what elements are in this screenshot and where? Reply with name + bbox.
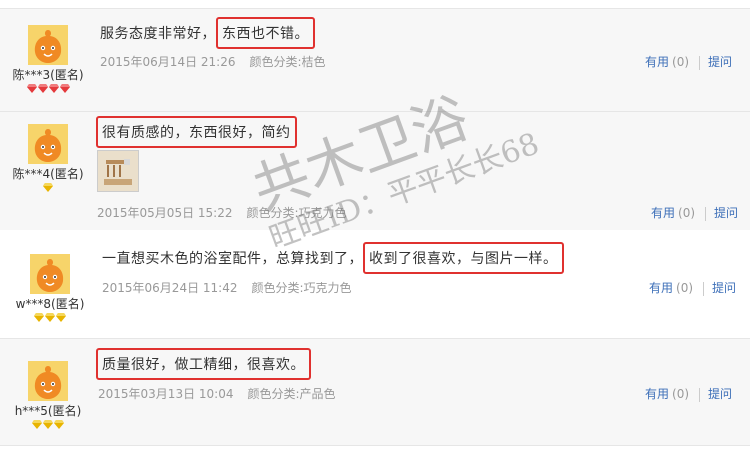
color-category: 颜色分类:桔色	[249, 55, 326, 69]
avatar-icon[interactable]	[28, 361, 68, 401]
divider	[705, 206, 707, 221]
review-photo-thumbnail[interactable]	[97, 150, 139, 192]
photo-image	[98, 151, 138, 191]
highlighted-text: 东西也不错。	[216, 17, 315, 49]
highlighted-text: 质量很好，做工精细，很喜欢。	[96, 348, 311, 380]
reviewer-name: 陈***4(匿名)	[12, 167, 84, 181]
reviewer-info: w***8(匿名)	[2, 254, 98, 323]
gold-diamond-icon	[45, 313, 55, 322]
reviewer-info: h***5(匿名)	[0, 361, 96, 430]
review-actions: 有用 (0) 提问	[645, 53, 732, 70]
reviewer-info: 陈***3(匿名)	[0, 25, 96, 94]
red-diamond-icon	[26, 84, 37, 93]
useful-label: 有用	[645, 387, 670, 401]
highlighted-text: 收到了很喜欢，与图片一样。	[363, 242, 564, 274]
review-actions: 有用 (0) 提问	[645, 385, 732, 402]
review-actions: 有用 (0) 提问	[649, 279, 736, 296]
gold-diamond-icon	[56, 313, 66, 322]
avatar-icon[interactable]	[30, 254, 70, 294]
gold-diamond-icon	[34, 313, 44, 322]
divider	[699, 55, 701, 70]
review-meta: 2015年03月13日 10:04 颜色分类:产品色	[98, 385, 336, 402]
useful-button[interactable]: 有用 (0)	[645, 387, 689, 401]
review-date: 2015年05月05日 15:22	[97, 206, 233, 220]
divider	[699, 387, 701, 402]
review-item: 陈***4(匿名) 很有质感的，东西很好，简约 2015年05月05日 15:2…	[0, 111, 750, 230]
useful-label: 有用	[651, 206, 676, 220]
color-category: 颜色分类:产品色	[247, 387, 336, 401]
reviewer-name: w***8(匿名)	[15, 297, 85, 311]
review-item: 陈***3(匿名) 服务态度非常好， 东西也不错。 2015年06月14日 21:…	[0, 8, 750, 111]
ask-question-link[interactable]: 提问	[714, 206, 738, 220]
review-meta: 2015年06月24日 11:42 颜色分类:巧克力色	[102, 279, 352, 296]
ask-question-link[interactable]: 提问	[708, 55, 732, 69]
ask-question-link[interactable]: 提问	[712, 281, 736, 295]
review-item: w***8(匿名) 一直想买木色的浴室配件，总算找到了， 收到了很喜欢，与图片一样…	[0, 229, 750, 339]
review-text-plain: 服务态度非常好，	[100, 26, 216, 42]
review-date: 2015年06月14日 21:26	[100, 55, 236, 69]
review-date: 2015年03月13日 10:04	[98, 387, 234, 401]
color-category: 颜色分类:巧克力色	[246, 206, 347, 220]
useful-label: 有用	[645, 55, 670, 69]
reviewer-name: h***5(匿名)	[14, 404, 82, 418]
reviewer-level-badges	[0, 183, 96, 193]
reviewer-level-badges	[2, 313, 98, 323]
highlighted-text: 很有质感的，东西很好，简约	[96, 116, 297, 148]
review-date: 2015年06月24日 11:42	[102, 281, 238, 295]
review-text: 一直想买木色的浴室配件，总算找到了， 收到了很喜欢，与图片一样。	[102, 242, 564, 274]
gold-diamond-icon	[32, 420, 42, 429]
gold-diamond-icon	[43, 183, 53, 192]
red-diamond-icon	[37, 84, 48, 93]
reviewer-level-badges	[0, 84, 96, 94]
review-text-plain: 一直想买木色的浴室配件，总算找到了，	[102, 251, 363, 267]
reviewer-info: 陈***4(匿名)	[0, 124, 96, 193]
useful-button[interactable]: 有用 (0)	[649, 281, 693, 295]
red-diamond-icon	[48, 84, 59, 93]
ask-question-link[interactable]: 提问	[708, 387, 732, 401]
useful-button[interactable]: 有用 (0)	[645, 55, 689, 69]
review-text: 很有质感的，东西很好，简约	[96, 116, 297, 148]
avatar-icon[interactable]	[28, 124, 68, 164]
reviewer-name: 陈***3(匿名)	[12, 68, 84, 82]
review-meta: 2015年06月14日 21:26 颜色分类:桔色	[100, 53, 326, 70]
review-item: h***5(匿名) 质量很好，做工精细，很喜欢。 2015年03月13日 10:…	[0, 338, 750, 446]
avatar-icon[interactable]	[28, 25, 68, 65]
gold-diamond-icon	[43, 420, 53, 429]
useful-count: (0)	[676, 281, 694, 295]
review-text: 服务态度非常好， 东西也不错。	[100, 17, 315, 49]
red-diamond-icon	[59, 84, 70, 93]
review-actions: 有用 (0) 提问	[651, 204, 738, 221]
review-meta: 2015年05月05日 15:22 颜色分类:巧克力色	[97, 204, 347, 221]
useful-count: (0)	[672, 55, 690, 69]
reviewer-level-badges	[0, 420, 96, 430]
useful-button[interactable]: 有用 (0)	[651, 206, 695, 220]
gold-diamond-icon	[54, 420, 64, 429]
divider	[703, 281, 705, 296]
useful-count: (0)	[672, 387, 690, 401]
color-category: 颜色分类:巧克力色	[251, 281, 352, 295]
useful-count: (0)	[678, 206, 696, 220]
review-text: 质量很好，做工精细，很喜欢。	[96, 348, 311, 380]
useful-label: 有用	[649, 281, 674, 295]
